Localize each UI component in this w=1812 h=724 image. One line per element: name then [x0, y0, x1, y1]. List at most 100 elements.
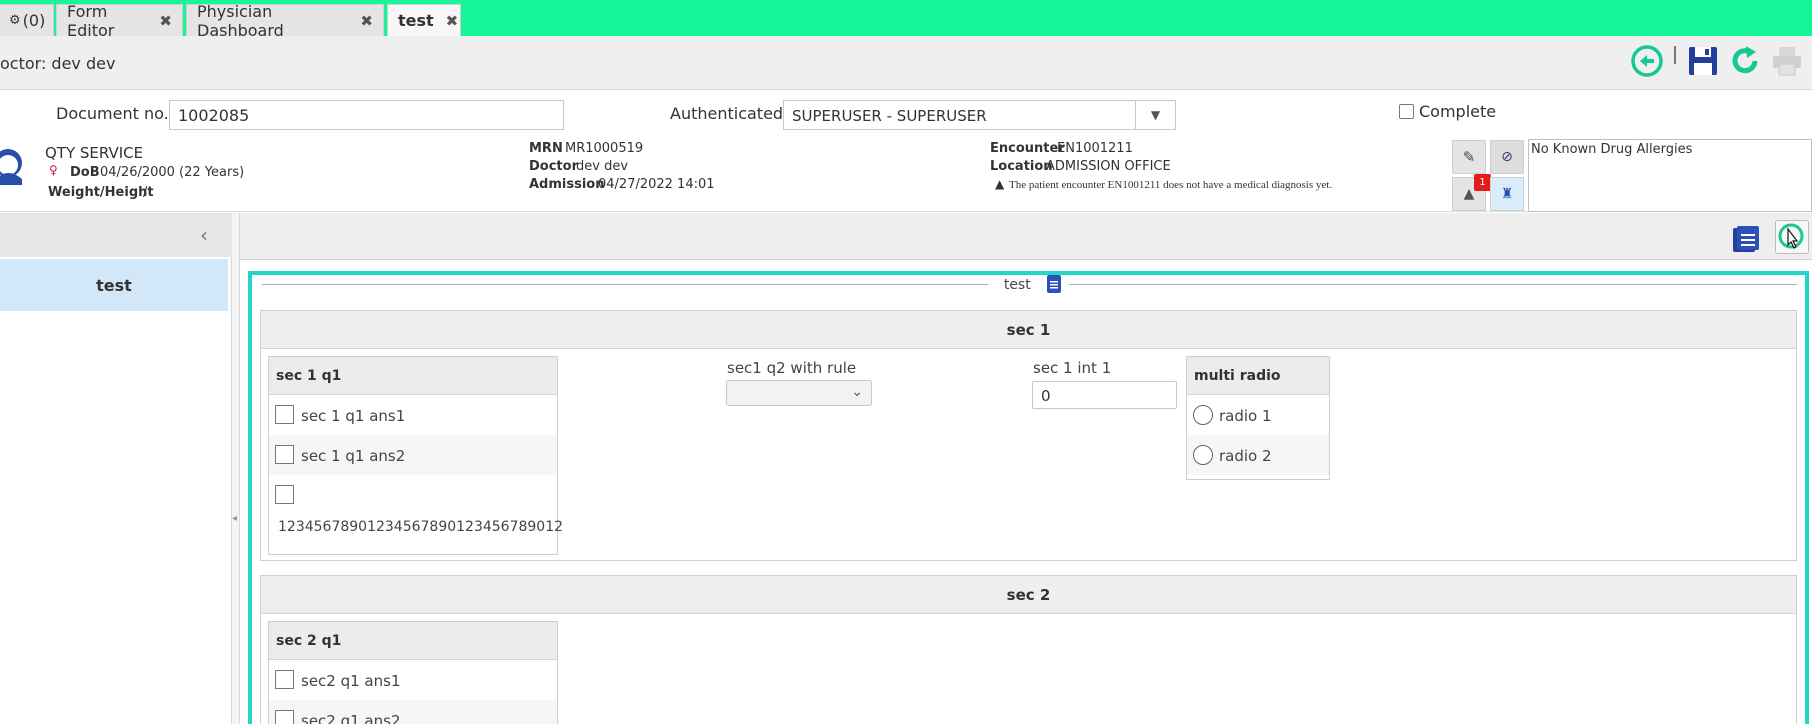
mrn-label: MRN	[529, 141, 563, 156]
option-label: sec 1 q1 ans2	[301, 447, 406, 465]
doctor-label: octor: dev dev	[0, 54, 116, 73]
print-icon[interactable]	[1770, 44, 1804, 78]
document-no-input[interactable]: 1002085	[169, 100, 564, 130]
sec1-int-label: sec 1 int 1	[1033, 359, 1112, 377]
sec1-int-input[interactable]: 0	[1032, 381, 1177, 409]
tab-form-editor[interactable]: Form Editor ✖	[56, 2, 183, 40]
cursor-circle-icon	[1778, 223, 1804, 249]
form-title: test	[252, 275, 1805, 293]
question-multi-radio: multi radio radio 1 radio 2	[1186, 356, 1330, 480]
form-list-panel: ‹ test	[0, 213, 232, 724]
form-notes-icon[interactable]	[1731, 224, 1761, 254]
save-icon[interactable]	[1686, 44, 1720, 78]
alert-count-badge: 1	[1474, 174, 1491, 191]
dob-label: DoB	[70, 165, 100, 180]
mrn-value: MR1000519	[565, 141, 644, 156]
question-sec2-q1: sec 2 q1 sec2 q1 ans1 sec2 q1 ans2	[268, 621, 558, 724]
list-item[interactable]: radio 1	[1187, 395, 1329, 435]
tab-bar: ⚙ (0) Form Editor ✖ Physician Dashboard …	[0, 0, 1812, 40]
list-item[interactable]: sec 1 q1 ans1	[269, 395, 557, 435]
close-icon[interactable]: ✖	[159, 12, 172, 30]
question-sec2-q1-title: sec 2 q1	[269, 622, 557, 660]
alert-triangle-icon: ▲	[1463, 186, 1475, 202]
option-label: sec 1 q1 ans1	[301, 407, 406, 425]
multi-radio-title: multi radio	[1187, 357, 1329, 395]
radio-button[interactable]	[1193, 405, 1213, 425]
question-sec1-q1: sec 1 q1 sec 1 q1 ans1 sec 1 q1 ans2 123…	[268, 356, 563, 555]
panel-splitter[interactable]: ◂	[232, 213, 240, 724]
chevron-left-icon[interactable]: ◂	[232, 513, 237, 524]
checkbox[interactable]	[275, 445, 294, 464]
location-label: Location	[990, 159, 1053, 174]
gear-icon: ⚙	[9, 13, 21, 28]
checkbox[interactable]	[275, 710, 294, 724]
admission-label: Admission	[529, 177, 605, 192]
encounter-value: EN1001211	[1057, 141, 1133, 156]
tab-physician-dashboard[interactable]: Physician Dashboard ✖	[186, 2, 384, 40]
toolbar-divider	[1674, 46, 1676, 64]
form-list-header: ‹	[0, 213, 232, 257]
section-1-header: sec 1	[261, 311, 1796, 349]
tab-physician-dashboard-label: Physician Dashboard	[197, 1, 284, 40]
complete-label: Complete	[1419, 102, 1497, 121]
checkbox[interactable]	[275, 405, 294, 424]
sec1-q2-select[interactable]: ⌄	[726, 380, 872, 406]
list-item[interactable]: sec 1 q1 ans2	[269, 435, 557, 475]
doctor-info-label: Doctor	[529, 159, 578, 174]
tab-test-label: test	[398, 11, 434, 30]
emergency-button[interactable]: ♜	[1490, 177, 1524, 211]
authenticated-label: Authenticated	[670, 104, 784, 123]
close-icon[interactable]: ✖	[446, 12, 459, 30]
doctor-info-value: dev dev	[576, 159, 629, 174]
siren-icon: ♜	[1500, 186, 1514, 202]
authenticated-select[interactable]: SUPERUSER - SUPERUSER ▼	[783, 100, 1176, 130]
chevron-down-icon: ⌄	[851, 384, 863, 400]
syringe-icon: ✎	[1462, 148, 1476, 166]
patient-name: QTY SERVICE	[45, 144, 144, 162]
chevron-down-icon: ▼	[1135, 101, 1175, 129]
weight-label: Weight/Height	[48, 185, 154, 200]
warning-icon: ▲	[995, 177, 1005, 191]
list-item[interactable]: 12345678901234567890123456789012	[269, 475, 563, 553]
tab-test[interactable]: test ✖	[387, 4, 461, 36]
option-label: radio 2	[1219, 447, 1272, 465]
option-label: sec2 q1 ans2	[301, 712, 401, 724]
form-section-1: sec 1 sec 1 q1 sec 1 q1 ans1 sec 1 q1 an…	[260, 310, 1797, 561]
document-toolbar: octor: dev dev	[0, 36, 1812, 90]
tab-notifications-label: (0)	[22, 11, 46, 30]
vitals-button[interactable]: ✎	[1452, 140, 1486, 174]
option-label: radio 1	[1219, 407, 1272, 425]
form-action-button[interactable]	[1775, 220, 1809, 254]
checkbox[interactable]	[275, 485, 294, 504]
tab-form-editor-label: Form Editor	[67, 1, 115, 40]
close-icon[interactable]: ✖	[360, 12, 373, 30]
list-item[interactable]: radio 2	[1187, 435, 1329, 475]
dob-value: 04/26/2000 (22 Years)	[100, 165, 245, 180]
location-value: ADMISSION OFFICE	[1046, 159, 1171, 174]
form-list-item-test[interactable]: test	[0, 259, 228, 311]
section-2-header: sec 2	[261, 576, 1796, 614]
list-item[interactable]: sec2 q1 ans2	[269, 700, 557, 724]
allergy-text: No Known Drug Allergies	[1531, 142, 1693, 157]
list-item[interactable]: sec2 q1 ans1	[269, 660, 557, 700]
option-label: sec2 q1 ans1	[301, 672, 401, 690]
tab-notifications[interactable]: ⚙ (0)	[0, 4, 54, 36]
form-canvas: test sec 1 sec 1 q1 sec 1 q1 ans1 sec 1 …	[248, 271, 1809, 724]
form-section-2: sec 2 sec 2 q1 sec2 q1 ans1 sec2 q1 ans2	[260, 575, 1797, 724]
option-label: 12345678901234567890123456789012	[278, 519, 564, 535]
document-no-label: Document no.	[56, 104, 169, 123]
checkbox[interactable]	[275, 670, 294, 689]
form-notes-icon[interactable]	[1047, 275, 1062, 293]
allergy-button[interactable]: ⊘	[1490, 140, 1524, 174]
refresh-icon[interactable]	[1728, 44, 1762, 78]
female-icon: ♀	[49, 163, 58, 177]
sec1-q2-label: sec1 q2 with rule	[727, 359, 857, 377]
complete-checkbox[interactable]	[1399, 104, 1414, 119]
radio-button[interactable]	[1193, 445, 1213, 465]
question-sec1-q1-title: sec 1 q1	[269, 357, 557, 395]
encounter-label: Encounter	[990, 141, 1065, 156]
authenticated-value: SUPERUSER - SUPERUSER	[792, 107, 987, 125]
back-icon[interactable]	[1630, 44, 1664, 78]
chevron-left-icon[interactable]: ‹	[200, 223, 208, 247]
weight-value: /	[143, 185, 148, 200]
